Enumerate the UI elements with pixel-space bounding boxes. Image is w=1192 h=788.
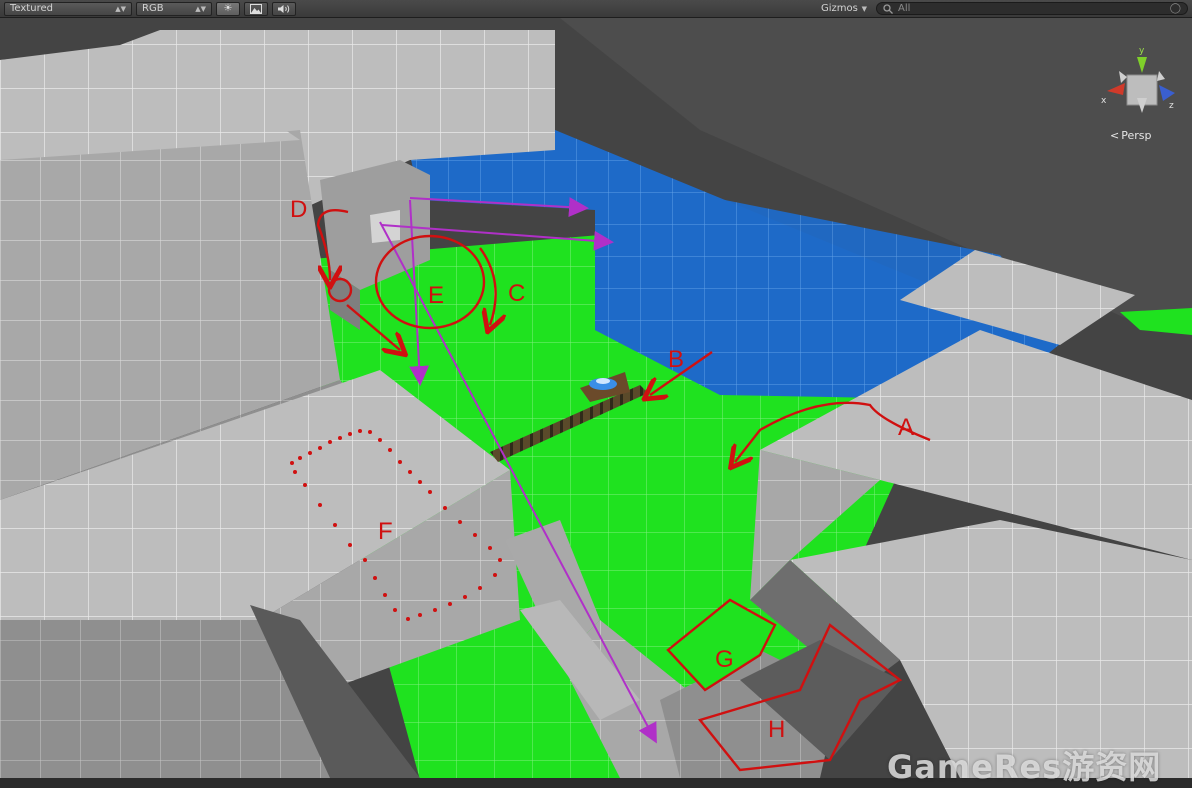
render-mode-label: Textured: [10, 3, 53, 14]
annotation-f: F: [378, 518, 393, 545]
annotation-b: B: [668, 346, 685, 373]
color-mode-label: RGB: [142, 3, 164, 14]
scene-orientation-gizmo[interactable]: y x z: [1097, 43, 1183, 118]
audio-icon: [278, 4, 290, 13]
audio-toggle-button[interactable]: [272, 1, 296, 16]
scene-search-input[interactable]: All ◯: [876, 2, 1188, 15]
annotation-a: A: [898, 414, 915, 441]
sun-icon: ☀: [223, 3, 233, 14]
annotation-d: D: [290, 196, 308, 223]
persp-chevron-icon: <: [1110, 129, 1120, 142]
gizmos-dropdown[interactable]: Gizmos ▼: [816, 2, 872, 16]
gizmo-z-label: z: [1169, 101, 1174, 111]
watermark: GameRes游资网: [887, 748, 1162, 786]
scene-toolbar: Textured ▲▼ RGB ▲▼ ☀ Gizmos ▼ All ◯: [0, 0, 1192, 18]
color-mode-dropdown[interactable]: RGB ▲▼: [136, 1, 212, 16]
annotation-g: G: [715, 646, 734, 673]
projection-toggle[interactable]: < Persp: [1110, 129, 1151, 142]
projection-label: Persp: [1121, 129, 1152, 142]
gizmo-x-label: x: [1101, 96, 1107, 106]
level-geometry: [0, 18, 1192, 778]
search-clear-icon[interactable]: ◯: [1170, 3, 1181, 14]
dropdown-arrow-icon: ▼: [861, 4, 867, 13]
gizmo-y-label: y: [1139, 46, 1145, 56]
gizmo-y-cone: [1137, 57, 1147, 73]
search-icon: [883, 3, 893, 14]
image-icon: [250, 3, 262, 14]
gizmo-x-cone: [1107, 83, 1125, 95]
search-placeholder: All: [898, 3, 911, 14]
gizmos-label: Gizmos: [821, 3, 858, 14]
render-mode-dropdown[interactable]: Textured ▲▼: [4, 1, 132, 16]
scene-fx-toggle-button[interactable]: [244, 1, 268, 16]
gizmo-z-cone: [1159, 85, 1175, 101]
dropdown-arrow-icon: ▲▼: [115, 4, 126, 13]
lighting-toggle-button[interactable]: ☀: [216, 1, 240, 16]
dropdown-arrow-icon: ▲▼: [195, 4, 206, 13]
annotation-h: H: [768, 716, 786, 743]
annotation-e: E: [428, 282, 445, 309]
annotation-c: C: [508, 280, 526, 307]
scene-viewport[interactable]: A B C D E F G H y x z < Persp GameRes游资网: [0, 18, 1192, 786]
